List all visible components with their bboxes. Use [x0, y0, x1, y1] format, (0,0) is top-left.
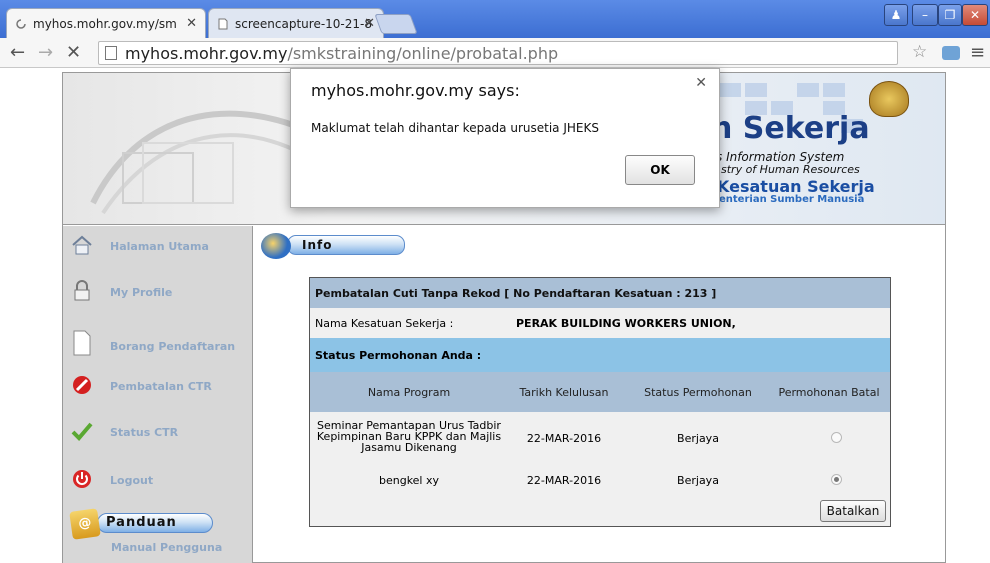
nama-kesatuan-row: Nama Kesatuan Sekerja : PERAK BUILDING W…: [310, 308, 890, 338]
maximize-button[interactable]: ❐: [938, 4, 962, 26]
address-bar[interactable]: myhos.mohr.gov.my/smkstraining/online/pr…: [98, 41, 898, 65]
minimize-button[interactable]: –: [912, 4, 938, 26]
url-host: myhos.mohr.gov.my: [125, 44, 288, 63]
sidebar-item-label: Halaman Utama: [110, 240, 209, 253]
program-name: bengkel xy: [378, 474, 440, 487]
batalkan-button[interactable]: Batalkan: [820, 500, 886, 522]
back-icon[interactable]: ←: [10, 42, 25, 63]
column-header: Status Permohonan: [644, 386, 752, 399]
sidebar-item-pembatalan-ctr[interactable]: Pembatalan CTR: [63, 370, 253, 410]
panduan-button[interactable]: Panduan @: [69, 508, 213, 540]
stop-icon[interactable]: ✕: [66, 42, 81, 63]
ok-button[interactable]: OK: [625, 155, 695, 185]
tab-title: screencapture-10-21-8: [235, 17, 372, 31]
page-icon: [217, 18, 229, 30]
manual-pengguna-link[interactable]: Manual Pengguna: [111, 541, 222, 554]
sidebar-item-label: Borang Pendaftaran: [110, 340, 236, 353]
banner-ks-sub: enterian Sumber Manusia: [719, 194, 865, 205]
nama-kesatuan-value: PERAK BUILDING WORKERS UNION,: [516, 317, 736, 330]
status-permohonan: Berjaya: [677, 474, 719, 487]
tab-close-icon[interactable]: ✕: [186, 16, 197, 31]
sidebar-item-halaman-utama[interactable]: Halaman Utama: [63, 230, 253, 270]
alert-dialog: myhos.mohr.gov.my says: ✕ Maklumat telah…: [290, 68, 720, 208]
url-path: /smkstraining/online/probatal.php: [287, 44, 559, 63]
home-icon: [71, 234, 93, 256]
close-icon[interactable]: ✕: [695, 75, 707, 91]
sidebar: Halaman Utama My Profile Borang Pendafta…: [63, 226, 253, 563]
new-tab-button[interactable]: [374, 14, 418, 34]
sidebar-item-logout[interactable]: Logout: [63, 464, 253, 504]
sidebar-item-status-ctr[interactable]: Status CTR: [63, 416, 253, 456]
forward-icon[interactable]: →: [38, 42, 53, 63]
status-heading: Status Permohonan Anda :: [310, 338, 890, 372]
tab-screencapture[interactable]: screencapture-10-21-8 ✕: [208, 8, 384, 38]
sidebar-item-label: Status CTR: [110, 426, 179, 439]
sidebar-item-my-profile[interactable]: My Profile: [63, 276, 253, 316]
browser-titlebar: myhos.mohr.gov.my/sm ✕ screencapture-10-…: [0, 0, 990, 38]
banner-title: n Sekerja: [711, 111, 870, 146]
status-permohonan: Berjaya: [677, 432, 719, 445]
menu-icon[interactable]: ≡: [970, 42, 985, 63]
sidebar-item-label: Logout: [110, 474, 154, 487]
cancel-icon: [71, 374, 93, 396]
table-row: bengkel xy 22-MAR-2016 Berjaya: [310, 462, 890, 492]
panduan-label: Panduan: [97, 513, 213, 533]
tarikh-kelulusan: 22-MAR-2016: [526, 432, 602, 445]
lock-icon: [71, 280, 93, 302]
sidebar-item-label: Pembatalan CTR: [110, 380, 212, 393]
sidebar-item-label: My Profile: [110, 286, 173, 299]
nama-kesatuan-label: Nama Kesatuan Sekerja :: [315, 317, 454, 330]
tab-active[interactable]: myhos.mohr.gov.my/sm ✕: [6, 8, 206, 38]
globe-icon: [261, 233, 291, 259]
info-section-header: Info: [261, 233, 407, 259]
bookmark-star-icon[interactable]: ☆: [912, 42, 927, 62]
pembatalan-panel: Pembatalan Cuti Tanpa Rekod [ No Pendaft…: [309, 277, 891, 527]
loading-icon: [15, 18, 27, 30]
column-header: Tarikh Kelulusan: [519, 386, 609, 399]
power-icon: [71, 468, 93, 490]
checkmark-icon: [71, 420, 93, 442]
table-row: Seminar Pemantapan Urus Tadbir Kepimpina…: [310, 412, 890, 462]
sidebar-item-borang-pendaftaran[interactable]: Borang Pendaftaran: [63, 326, 253, 366]
dialog-message: Maklumat telah dihantar kepada urusetia …: [311, 121, 599, 135]
tab-close-icon[interactable]: ✕: [364, 16, 375, 31]
table-header-row: Nama Program Tarikh Kelulusan Status Per…: [310, 372, 890, 412]
dialog-title: myhos.mohr.gov.my says:: [311, 81, 520, 100]
browser-toolbar: ← → ✕ myhos.mohr.gov.my/smkstraining/onl…: [0, 38, 990, 68]
at-sign-icon: @: [69, 508, 101, 540]
banner-subtitle: s Information System: [716, 150, 845, 164]
column-header: Permohonan Batal: [778, 386, 880, 399]
info-label: Info: [287, 235, 405, 255]
camera-icon[interactable]: [942, 46, 960, 60]
program-name: Seminar Pemantapan Urus Tadbir Kepimpina…: [316, 419, 502, 454]
tab-title: myhos.mohr.gov.my/sm: [33, 17, 177, 31]
document-icon: [71, 330, 93, 356]
coat-of-arms-logo: [869, 81, 909, 117]
profile-icon[interactable]: ♟: [884, 4, 908, 26]
batal-radio[interactable]: [831, 474, 842, 485]
banner-ministry: stry of Human Resources: [721, 163, 860, 176]
close-window-button[interactable]: ✕: [962, 4, 988, 26]
column-header: Nama Program: [367, 386, 451, 399]
batal-radio[interactable]: [831, 432, 842, 443]
panel-title: Pembatalan Cuti Tanpa Rekod [ No Pendaft…: [310, 278, 890, 308]
page-icon: [105, 46, 117, 60]
tarikh-kelulusan: 22-MAR-2016: [526, 474, 602, 487]
